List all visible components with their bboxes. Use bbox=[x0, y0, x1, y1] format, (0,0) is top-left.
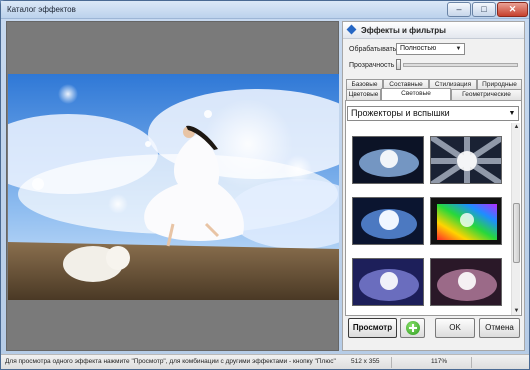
status-divider bbox=[471, 357, 472, 368]
effect-thumbnail[interactable] bbox=[430, 197, 502, 245]
effects-catalog-window: Каталог эффектов – □ ✕ Эффекты и фильтры… bbox=[0, 0, 530, 370]
tab-color[interactable]: Цветовые bbox=[346, 89, 381, 100]
effect-thumbnail[interactable] bbox=[352, 258, 424, 306]
dropdown-arrow-icon: ▼ bbox=[508, 110, 516, 117]
status-zoom: 117% bbox=[431, 358, 448, 365]
effect-thumbnail[interactable] bbox=[352, 136, 424, 184]
panel-diamond-icon bbox=[346, 24, 357, 35]
effects-panel: Эффекты и фильтры Обрабатывать Полностью… bbox=[342, 21, 525, 351]
opacity-slider-track[interactable] bbox=[403, 63, 518, 67]
process-select[interactable]: Полностью ▼ bbox=[396, 43, 465, 55]
close-icon[interactable]: ✕ bbox=[497, 2, 528, 17]
status-divider bbox=[391, 357, 392, 368]
thumbnail-scrollbar[interactable]: ▲ ▼ bbox=[511, 123, 520, 315]
status-hint: Для просмотра одного эффекта нажмите "Пр… bbox=[5, 358, 336, 365]
cancel-button[interactable]: Отмена bbox=[479, 318, 520, 338]
effect-group-select[interactable]: Прожекторы и вспышки ▼ bbox=[347, 106, 519, 121]
plus-icon bbox=[406, 321, 420, 335]
effect-thumbnail[interactable] bbox=[430, 258, 502, 306]
preview-area bbox=[6, 21, 339, 351]
process-label: Обрабатывать bbox=[349, 46, 397, 53]
opacity-slider-thumb[interactable] bbox=[396, 59, 401, 70]
effect-thumbnail[interactable] bbox=[352, 197, 424, 245]
status-image-size: 512 x 355 bbox=[351, 358, 380, 365]
scroll-down-icon[interactable]: ▼ bbox=[513, 307, 520, 315]
title-bar[interactable]: Каталог эффектов – □ ✕ bbox=[1, 1, 529, 19]
scroll-thumb[interactable] bbox=[513, 203, 520, 263]
effect-thumbnails bbox=[347, 127, 511, 313]
opacity-label: Прозрачность bbox=[349, 62, 395, 69]
preview-image bbox=[8, 74, 339, 300]
minimize-icon[interactable]: – bbox=[447, 2, 471, 17]
window-title: Каталог эффектов bbox=[7, 5, 76, 14]
maximize-icon[interactable]: □ bbox=[472, 2, 496, 17]
effect-group-value: Прожекторы и вспышки bbox=[351, 108, 450, 118]
ok-button[interactable]: OK bbox=[435, 318, 475, 338]
tab-light[interactable]: Световые bbox=[381, 88, 451, 100]
tab-geometric[interactable]: Геометрические bbox=[451, 89, 522, 100]
plus-button[interactable] bbox=[400, 318, 425, 338]
scroll-up-icon[interactable]: ▲ bbox=[513, 123, 520, 131]
panel-header: Эффекты и фильтры bbox=[343, 22, 524, 39]
panel-title: Эффекты и фильтры bbox=[361, 26, 447, 35]
dropdown-arrow-icon: ▼ bbox=[455, 46, 462, 52]
preview-button[interactable]: Просмотр bbox=[348, 318, 397, 338]
effect-thumbnail[interactable] bbox=[430, 136, 502, 184]
status-bar: Для просмотра одного эффекта нажмите "Пр… bbox=[1, 354, 529, 369]
process-select-value: Полностью bbox=[400, 45, 437, 52]
